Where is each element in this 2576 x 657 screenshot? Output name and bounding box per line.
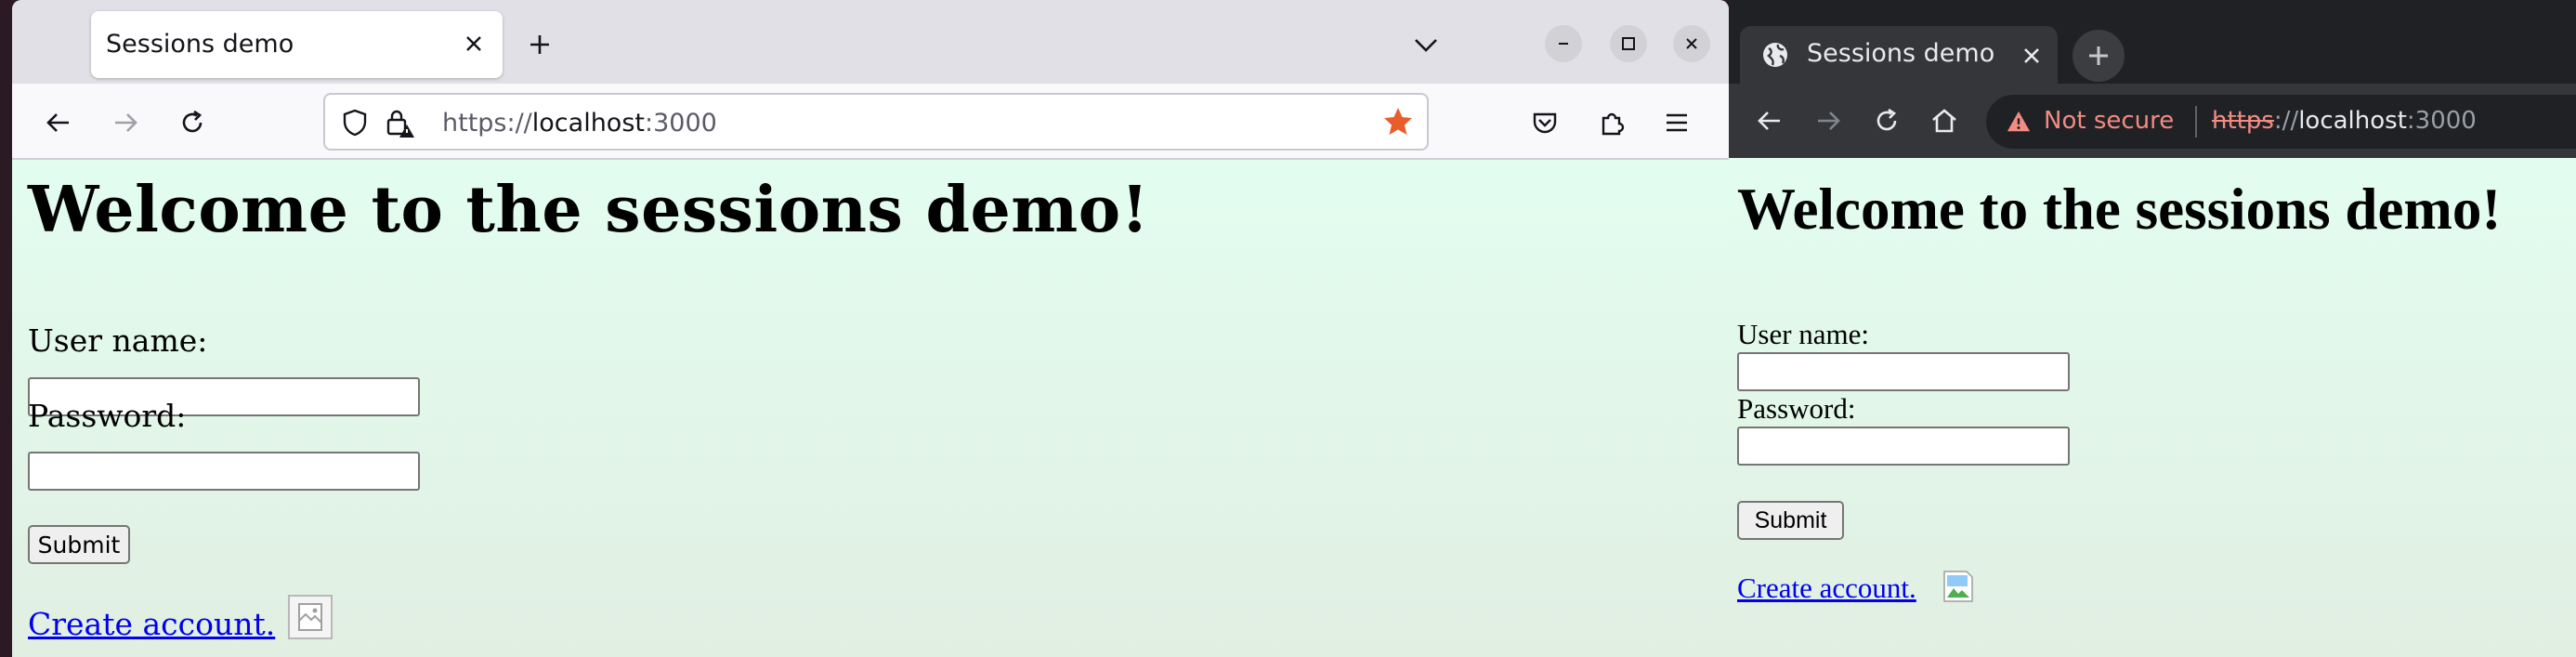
tracking-protection-shield-icon[interactable] xyxy=(340,108,370,138)
app-menu-button[interactable] xyxy=(1656,102,1697,143)
maximize-icon xyxy=(1622,37,1635,50)
url-text[interactable]: https://localhost:3000 xyxy=(442,109,717,138)
close-tab-icon[interactable] xyxy=(2019,43,2045,69)
username-input[interactable] xyxy=(1737,352,2070,391)
back-arrow-icon xyxy=(1758,112,1780,130)
lock-warning-icon[interactable] xyxy=(383,106,416,139)
submit-button[interactable]: Submit xyxy=(1737,501,1844,540)
reload-button[interactable] xyxy=(172,102,213,143)
password-input[interactable] xyxy=(28,452,420,491)
extensions-button[interactable] xyxy=(1591,102,1632,143)
reload-button[interactable] xyxy=(1866,100,1907,141)
create-account-link[interactable]: Create account. xyxy=(1737,572,1916,605)
url-port: :3000 xyxy=(644,109,717,138)
new-tab-button[interactable] xyxy=(2073,30,2125,82)
hamburger-menu-icon xyxy=(1667,113,1687,132)
warning-triangle-icon[interactable] xyxy=(2007,110,2031,134)
firefox-tab-bar: Sessions demo xyxy=(12,0,1729,84)
omnibox[interactable]: Not secure https://localhost:3000 xyxy=(1986,95,2576,149)
url-text[interactable]: https://localhost:3000 xyxy=(2212,107,2477,135)
new-tab-icon[interactable] xyxy=(521,26,558,63)
url-host: localhost xyxy=(2298,107,2407,135)
url-port: :3000 xyxy=(2406,107,2477,135)
username-label: User name: xyxy=(1737,318,1870,350)
tab-title: Sessions demo xyxy=(1807,39,1995,68)
forward-button[interactable] xyxy=(105,102,146,143)
url-sep: :// xyxy=(2273,107,2299,135)
omnibox-divider xyxy=(2195,106,2197,138)
minimize-icon xyxy=(1559,43,1568,45)
back-button[interactable] xyxy=(1749,100,1790,141)
broken-image-icon xyxy=(1943,571,1973,602)
not-secure-label[interactable]: Not secure xyxy=(2044,107,2174,135)
page-heading: Welcome to the sessions demo! xyxy=(1737,177,2502,242)
reload-icon xyxy=(1876,108,1897,131)
tab-title: Sessions demo xyxy=(106,30,294,59)
firefox-tab[interactable]: Sessions demo xyxy=(91,11,503,78)
chrome-window: Sessions demo Not secure https://localho… xyxy=(1729,0,2576,657)
reload-icon xyxy=(182,110,203,133)
maximize-button[interactable] xyxy=(1610,25,1647,62)
chrome-toolbar: Not secure https://localhost:3000 xyxy=(1729,84,2576,158)
close-icon xyxy=(1686,38,1697,49)
url-scheme: https:// xyxy=(442,109,532,138)
puzzle-piece-icon xyxy=(1602,112,1625,136)
username-label: User name: xyxy=(28,322,208,359)
firefox-page-content: Welcome to the sessions demo! User name:… xyxy=(12,160,1729,657)
password-label: Password: xyxy=(1737,392,1856,425)
firefox-window: Sessions demo https://localhost:3000 Wel… xyxy=(12,0,1729,657)
home-icon xyxy=(1932,109,1956,133)
create-account-link[interactable]: Create account. xyxy=(28,606,275,642)
pocket-button[interactable] xyxy=(1524,102,1565,143)
home-button[interactable] xyxy=(1924,100,1965,141)
url-scheme-struck: https xyxy=(2212,107,2274,135)
forward-arrow-icon xyxy=(115,113,137,132)
page-heading: Welcome to the sessions demo! xyxy=(28,173,1149,247)
sessions-demo-page: Welcome to the sessions demo! User name:… xyxy=(28,173,1149,642)
list-all-tabs-chevron-down-icon[interactable] xyxy=(1407,26,1445,63)
chrome-tab[interactable]: Sessions demo xyxy=(1740,26,2058,84)
submit-button[interactable]: Submit xyxy=(28,525,130,564)
password-input[interactable] xyxy=(1737,427,2070,466)
bookmark-star-icon[interactable] xyxy=(1382,106,1414,138)
forward-button[interactable] xyxy=(1808,100,1849,141)
minimize-button[interactable] xyxy=(1545,25,1582,62)
broken-image-icon xyxy=(288,595,333,639)
close-tab-icon[interactable] xyxy=(458,28,490,59)
pocket-icon xyxy=(1533,112,1557,134)
close-window-button[interactable] xyxy=(1673,25,1710,62)
globe-icon xyxy=(1763,43,1787,67)
chrome-page-content: Welcome to the sessions demo! User name:… xyxy=(1729,158,2576,657)
firefox-nav-bar: https://localhost:3000 xyxy=(12,84,1729,160)
url-host: localhost xyxy=(531,109,645,138)
forward-arrow-icon xyxy=(1818,112,1840,130)
back-arrow-icon xyxy=(46,113,69,132)
password-label: Password: xyxy=(28,398,187,434)
sessions-demo-page: Welcome to the sessions demo! User name:… xyxy=(1737,177,2502,604)
back-button[interactable] xyxy=(38,102,79,143)
plus-icon xyxy=(2089,46,2108,65)
address-bar[interactable]: https://localhost:3000 xyxy=(323,93,1429,151)
